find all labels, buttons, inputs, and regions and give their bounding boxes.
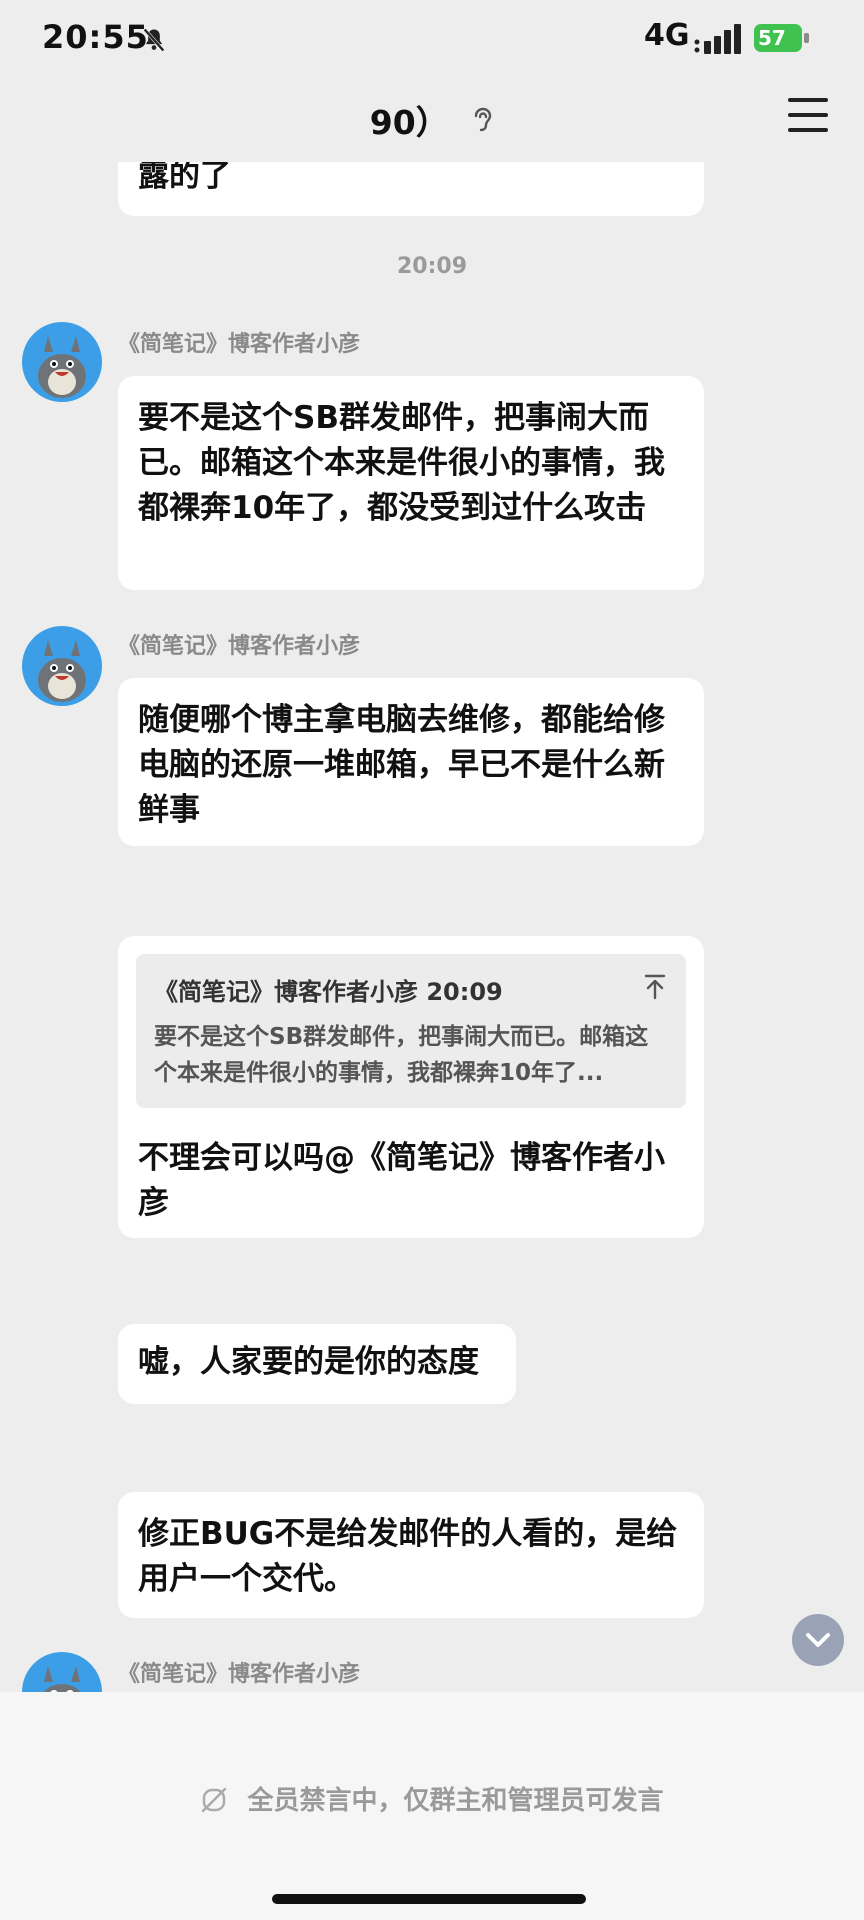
muted-notice: 全员禁言中，仅群主和管理员可发言 (247, 1786, 664, 1816)
totoro-avatar-icon (38, 336, 86, 398)
chat-title[interactable]: 90） (370, 103, 449, 142)
avatar[interactable] (22, 322, 102, 402)
message-bubble[interactable]: 要不是这个SB群发邮件，把事闹大而已。邮箱这个本来是件很小的事情，我都裸奔10年… (118, 376, 704, 590)
message-timestamp: 20:09 (396, 254, 468, 279)
avatar[interactable] (22, 626, 102, 706)
message-text: 露的了 (138, 158, 231, 194)
message-bubble[interactable]: 嘘，人家要的是你的态度 (118, 1324, 516, 1404)
message-text: 随便哪个博主拿电脑去维修，都能给修电脑的还原一堆邮箱，早已不是什么新鲜事 (138, 702, 665, 828)
message-text: 修正BUG不是给发邮件的人看的，是给用户一个交代。 (138, 1516, 678, 1597)
totoro-avatar-icon (43, 1666, 81, 1692)
quoted-message[interactable]: 《简笔记》博客作者小彦 20:09 要不是这个SB群发邮件，把事闹大而已。邮箱这… (136, 954, 686, 1108)
sender-name: 《简笔记》博客作者小彦 (118, 634, 361, 659)
sender-name: 《简笔记》博客作者小彦 (118, 1662, 361, 1687)
signal-icon (694, 24, 741, 54)
muted-notice-row: 全员禁言中，仅群主和管理员可发言 (0, 1780, 864, 1817)
network-type: 4G (644, 18, 690, 53)
status-bar: 20:55 4G 57 (0, 0, 864, 78)
message-bubble[interactable]: 随便哪个博主拿电脑去维修，都能给修电脑的还原一堆邮箱，早已不是什么新鲜事 (118, 678, 704, 846)
message-text: 要不是这个SB群发邮件，把事闹大而已。邮箱这个本来是件很小的事情，我都裸奔10年… (138, 400, 665, 526)
message-bubble[interactable]: 修正BUG不是给发邮件的人看的，是给用户一个交代。 (118, 1492, 704, 1618)
muted-icon (202, 1787, 227, 1813)
chat-header: 90） (0, 78, 864, 162)
totoro-avatar-icon (38, 640, 86, 702)
input-area: 全员禁言中，仅群主和管理员可发言 (0, 1692, 864, 1920)
battery-tip (804, 33, 809, 43)
bell-muted-icon (143, 28, 165, 52)
quote-body: 要不是这个SB群发邮件，把事闹大而已。邮箱这个本来是件很小的事情，我都裸奔10年… (154, 1024, 649, 1086)
home-indicator[interactable] (272, 1894, 586, 1904)
quote-header: 《简笔记》博客作者小彦 20:09 (154, 978, 503, 1006)
menu-icon[interactable] (788, 98, 828, 134)
battery-icon: 57 (754, 24, 810, 52)
message-text: 不理会可以吗@《简笔记》博客作者小彦 (138, 1140, 665, 1221)
message-text: 嘘，人家要的是你的态度 (138, 1344, 479, 1380)
chat-title-row: 90） (0, 96, 864, 144)
chevron-down-icon (806, 1633, 830, 1647)
jump-to-top-icon[interactable] (644, 974, 666, 1000)
status-time: 20:55 (42, 18, 149, 56)
avatar[interactable] (22, 1652, 102, 1692)
scroll-to-bottom-button[interactable] (792, 1614, 844, 1666)
sender-name: 《简笔记》博客作者小彦 (118, 332, 361, 357)
battery-level: 57 (754, 24, 802, 52)
ear-icon (475, 107, 492, 132)
